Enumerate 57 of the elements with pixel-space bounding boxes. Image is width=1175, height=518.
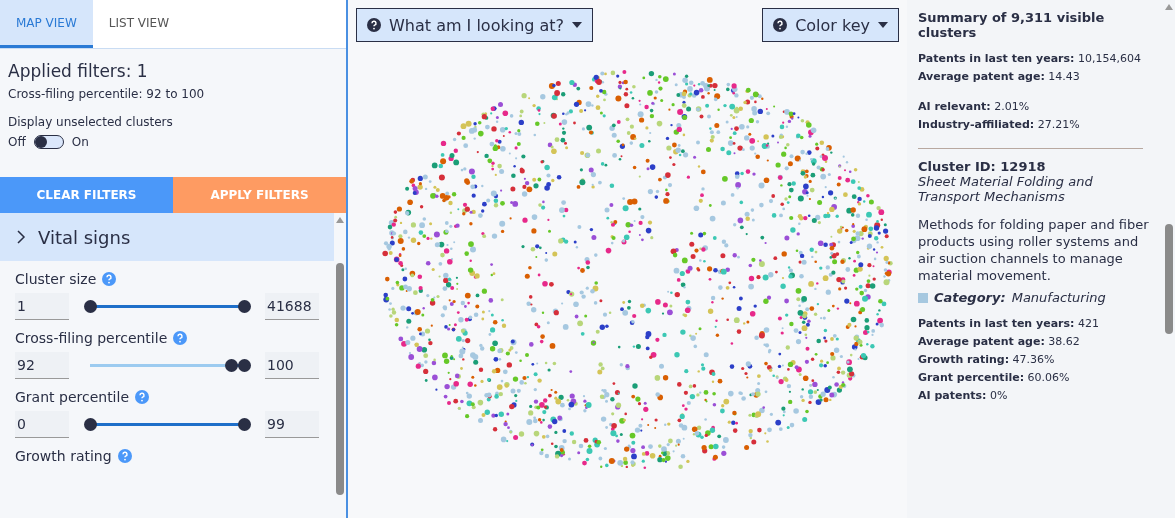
section-header[interactable]: Vital signs xyxy=(0,213,334,261)
slider-thumb[interactable] xyxy=(83,300,97,313)
help-dropdown[interactable]: What am I looking at? xyxy=(356,8,594,42)
scroll-up-icon[interactable] xyxy=(336,217,344,223)
on-label: On xyxy=(71,135,89,149)
slider-thumb[interactable] xyxy=(237,359,251,372)
slider-label: Grant percentile xyxy=(15,389,129,405)
stat-line: Industry-affiliated: 27.21% xyxy=(918,117,1081,133)
display-toggle[interactable] xyxy=(33,135,64,149)
min-field[interactable]: 1 xyxy=(15,293,69,320)
stat-line: AI patents: 0% xyxy=(918,388,1009,404)
caret-icon xyxy=(572,22,583,28)
max-field[interactable]: 41688 xyxy=(265,293,319,320)
help-icon xyxy=(367,18,381,32)
category-value: Manufacturing xyxy=(1011,290,1106,305)
help-icon[interactable] xyxy=(173,331,188,345)
chevron-icon xyxy=(16,230,26,244)
color-key-dropdown[interactable]: Color key xyxy=(762,8,899,42)
scrollbar-thumb[interactable] xyxy=(336,263,344,495)
slider-thumb[interactable] xyxy=(237,300,251,313)
slider-thumb[interactable] xyxy=(83,418,97,431)
min-field[interactable]: 0 xyxy=(15,411,69,438)
range-slider[interactable] xyxy=(83,417,251,432)
cluster-id: Cluster ID: 12918 xyxy=(918,159,1047,174)
max-field[interactable]: 99 xyxy=(265,411,319,438)
max-field[interactable]: 100 xyxy=(265,352,319,379)
slider-label: Growth rating xyxy=(15,448,112,464)
slider-thumb[interactable] xyxy=(237,418,251,431)
view-tab[interactable]: MAP VIEW xyxy=(0,0,93,48)
range-slider[interactable] xyxy=(83,299,251,314)
toggle-label: Display unselected clusters xyxy=(8,115,174,129)
stat-line: Grant percentile: 60.06% xyxy=(918,370,1071,386)
filter-summary: Cross-filing percentile: 92 to 100 xyxy=(8,87,206,101)
summary-title: Summary of 9,311 visible clusters xyxy=(918,10,1106,40)
stat-line: Patents in last ten years: 10,154,604 xyxy=(918,51,1142,67)
help-icon xyxy=(773,18,788,32)
stat-line: Patents in last ten years: 421 xyxy=(918,316,1100,332)
cluster-description: Methods for folding paper and fiber products using roller systems and air suction channels to manage material movement. xyxy=(918,216,1150,284)
slider-thumb[interactable] xyxy=(225,359,239,372)
help-icon[interactable] xyxy=(102,272,117,286)
cluster-name: Sheet Material Folding and Transport Mechanisms xyxy=(918,174,1094,204)
category-swatch xyxy=(918,292,928,303)
stat-line: Average patent age: 14.43 xyxy=(918,69,1081,85)
caret-icon xyxy=(878,22,888,28)
filters-heading: Applied filters: 1 xyxy=(8,61,149,81)
stat-line: AI relevant: 2.01% xyxy=(918,99,1031,115)
min-field[interactable]: 92 xyxy=(15,352,69,379)
off-label: Off xyxy=(8,135,26,149)
slider-label: Cluster size xyxy=(15,271,97,287)
slider-label: Cross-filing percentile xyxy=(15,330,168,346)
help-icon[interactable] xyxy=(117,449,132,463)
stat-line: Growth rating: 47.36% xyxy=(918,352,1056,368)
help-icon[interactable] xyxy=(135,390,149,404)
scroll-up-icon[interactable] xyxy=(1165,4,1173,10)
scrollbar-thumb[interactable] xyxy=(1165,224,1173,334)
stat-line: Average patent age: 38.62 xyxy=(918,334,1081,350)
category-label: Category: xyxy=(934,290,1006,305)
